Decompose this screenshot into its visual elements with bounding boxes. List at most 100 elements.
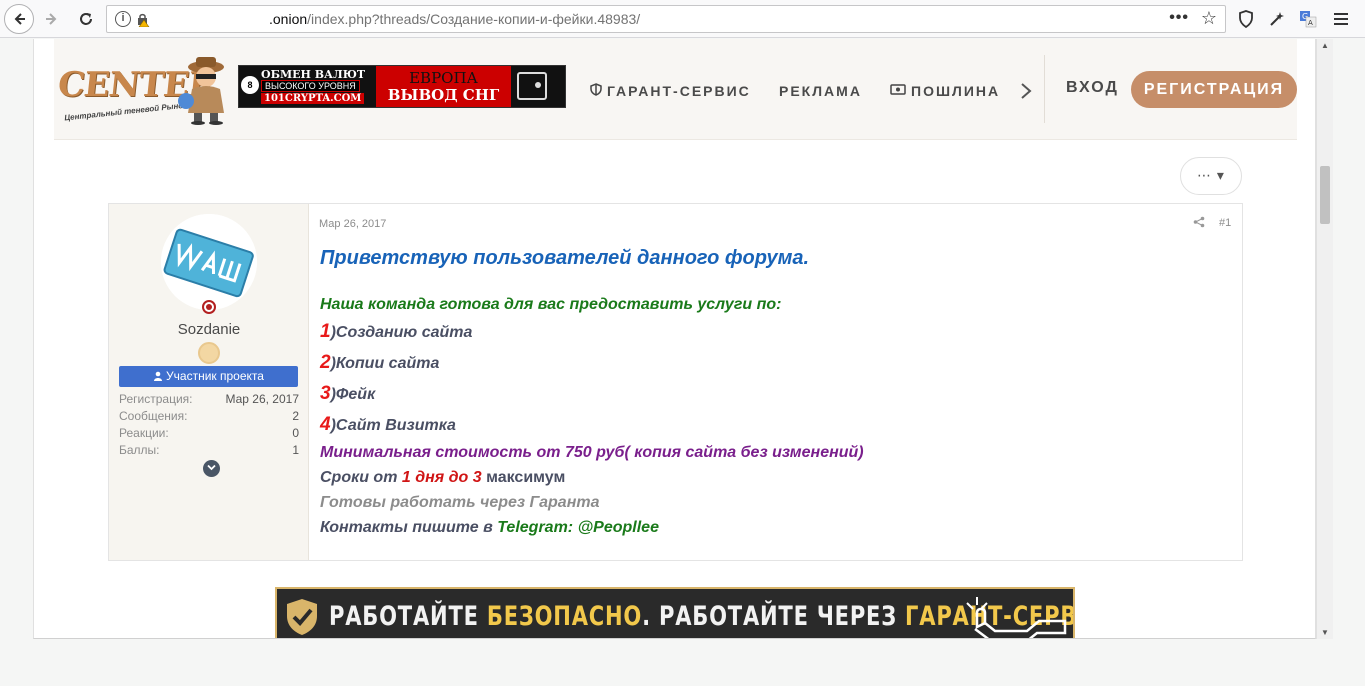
banner-left: 8 ОБМЕН ВАЛЮТ ВЫСОКОГО УРОВНЯ 101CRYPTA.…	[239, 66, 374, 107]
forum-page: CENTER Центральный теневой Рынок 8 ОБМЕН…	[33, 39, 1316, 639]
service-number: 3	[320, 383, 331, 404]
scroll-thumb[interactable]	[1320, 166, 1330, 224]
stat-label: Баллы:	[119, 443, 160, 457]
info-icon[interactable]: i	[115, 11, 131, 27]
stat-label: Реакции:	[119, 426, 169, 440]
username[interactable]: Sozdanie	[109, 321, 309, 338]
svg-text:A: A	[1308, 19, 1313, 27]
service-item: 2)Копии сайта	[320, 347, 1220, 378]
garant-banner[interactable]: РАБОТАЙТЕ БЕЗОПАСНО. РАБОТАЙТЕ ЧЕРЕЗ ГАР…	[275, 587, 1075, 638]
service-number: 4	[320, 414, 331, 435]
post-date[interactable]: Мар 26, 2017	[319, 218, 386, 230]
thread-actions-button[interactable]: ⋯ ▾	[1180, 157, 1242, 195]
stat-label: Сообщения:	[119, 409, 188, 423]
post-price: Минимальная стоимость от 750 руб( копия …	[320, 444, 864, 461]
nav-garant-label: ГАРАНТ-СЕРВИС	[607, 83, 751, 99]
nav-garant[interactable]: ГАРАНТ-СЕРВИС	[590, 81, 751, 101]
mascot-icon	[178, 57, 224, 125]
exchange-banner[interactable]: 8 ОБМЕН ВАЛЮТ ВЫСОКОГО УРОВНЯ 101CRYPTA.…	[238, 65, 566, 108]
chevron-down-icon[interactable]	[203, 460, 220, 477]
wand-icon[interactable]	[1267, 9, 1287, 29]
safe-icon	[517, 72, 547, 100]
forward-icon[interactable]	[38, 5, 66, 33]
shield-check-icon	[287, 599, 317, 635]
user-stats: Регистрация: Мар 26, 2017 Сообщения: 2 Реа…	[119, 391, 299, 459]
post-guarantee: Готовы работать через Гаранта	[320, 494, 600, 511]
service-text: )Фейк	[330, 386, 376, 403]
post-terms: Сроки от 1 дня до 3 максимум	[320, 465, 1220, 490]
user-title-badge: Участник проекта	[119, 366, 298, 387]
post-content: Мар 26, 2017 #1 Приветствую пользователе…	[309, 204, 1242, 560]
url-bar[interactable]: i .onion/index.php?threads/Создание-копи…	[106, 5, 1226, 33]
banner-text-3: . РАБОТАЙТЕ ЧЕРЕЗ	[642, 601, 906, 632]
service-item: 1)Созданию сайта	[320, 316, 1220, 347]
nav-poshlina-label: ПОШЛИНА	[911, 83, 1001, 99]
nav-scroll-right-icon[interactable]	[1020, 81, 1032, 101]
post-greeting: Приветствую пользователей данного форума…	[320, 247, 810, 269]
user-title-label: Участник проекта	[166, 369, 264, 383]
more-dots-icon[interactable]: •••	[1169, 9, 1189, 27]
terms-suffix: максимум	[481, 469, 566, 486]
lock-warning-icon[interactable]	[135, 11, 151, 28]
nav-reklama[interactable]: РЕКЛАМА	[779, 81, 862, 101]
site-logo[interactable]: CENTER Центральный теневой Рынок	[56, 57, 234, 125]
service-item: 4)Сайт Визитка	[320, 409, 1220, 440]
post-team-line: Наша команда готова для вас предоставить…	[320, 296, 782, 313]
online-status-icon	[202, 300, 216, 314]
browser-toolbar: i .onion/index.php?threads/Создание-копи…	[0, 0, 1365, 38]
scroll-up-icon[interactable]: ▲	[1321, 41, 1329, 50]
banner-circle-icon: 8	[241, 76, 259, 94]
scroll-down-icon[interactable]: ▼	[1321, 628, 1329, 637]
banner-middle: ЕВРОПА ВЫВОД СНГ	[376, 66, 511, 107]
stat-reactions: Реакции: 0	[119, 425, 299, 442]
reload-icon[interactable]	[72, 5, 100, 33]
banner-right2: ВЫВОД СНГ	[387, 86, 500, 104]
avatar[interactable]	[161, 214, 257, 310]
post-body: Приветствую пользователей данного форума…	[320, 244, 1220, 540]
nav-divider	[1044, 55, 1045, 123]
pointing-hand-icon	[966, 597, 1067, 638]
login-button[interactable]: ВХОД	[1066, 79, 1119, 97]
banner-text-2: БЕЗОПАСНО	[486, 601, 643, 632]
viewport: CENTER Центральный теневой Рынок 8 ОБМЕН…	[0, 39, 1365, 686]
banner-text-1: РАБОТАЙТЕ	[329, 601, 487, 632]
menu-icon[interactable]	[1331, 9, 1351, 29]
service-text: )Сайт Визитка	[330, 417, 456, 434]
page-scrollbar[interactable]: ▲ ▼	[1316, 39, 1333, 639]
site-header: CENTER Центральный теневой Рынок 8 ОБМЕН…	[54, 39, 1297, 140]
post-contacts: Контакты пишите в Telegram: @Peopllee	[320, 515, 1220, 540]
shield-icon[interactable]	[1236, 9, 1256, 29]
stat-value: 2	[292, 409, 299, 423]
url-text: .onion/index.php?threads/Создание-копии-…	[269, 11, 641, 27]
star-icon[interactable]: ☆	[1201, 8, 1217, 29]
service-item: 3)Фейк	[320, 378, 1220, 409]
terms-prefix: Сроки от	[320, 469, 402, 486]
stat-value: 0	[292, 426, 299, 440]
register-button[interactable]: РЕГИСТРАЦИЯ	[1131, 71, 1297, 108]
money-icon	[890, 84, 906, 98]
stat-value: 1	[292, 443, 299, 457]
contacts-prefix: Контакты пишите в	[320, 519, 498, 536]
share-icon[interactable]	[1193, 216, 1205, 231]
stat-points: Баллы: 1	[119, 442, 299, 459]
rank-icon	[198, 342, 220, 364]
back-icon[interactable]	[4, 4, 34, 34]
stat-messages: Сообщения: 2	[119, 408, 299, 425]
post-user-panel: Sozdanie Участник проекта Регистрация: Ма…	[109, 204, 309, 560]
service-text: )Копии сайта	[330, 355, 440, 372]
nav-reklama-label: РЕКЛАМА	[779, 83, 862, 99]
translate-icon[interactable]: GA	[1298, 9, 1318, 29]
banner-line3: 101CRYPTA.COM	[261, 93, 365, 104]
service-number: 2	[320, 352, 331, 373]
service-number: 1	[320, 321, 331, 342]
nav-poshlina[interactable]: ПОШЛИНА	[890, 81, 1000, 101]
terms-highlight: 1 дня до 3	[401, 469, 482, 486]
contacts-value: Telegram: @Peopllee	[497, 519, 659, 536]
post-number[interactable]: #1	[1219, 217, 1231, 229]
shield-icon	[590, 83, 602, 99]
stat-value: Мар 26, 2017	[225, 392, 299, 406]
banner-right1: ЕВРОПА	[409, 69, 478, 87]
banner-line2: ВЫСОКОГО УРОВНЯ	[261, 80, 360, 92]
stat-registration: Регистрация: Мар 26, 2017	[119, 391, 299, 408]
forum-post: Sozdanie Участник проекта Регистрация: Ма…	[108, 203, 1243, 561]
